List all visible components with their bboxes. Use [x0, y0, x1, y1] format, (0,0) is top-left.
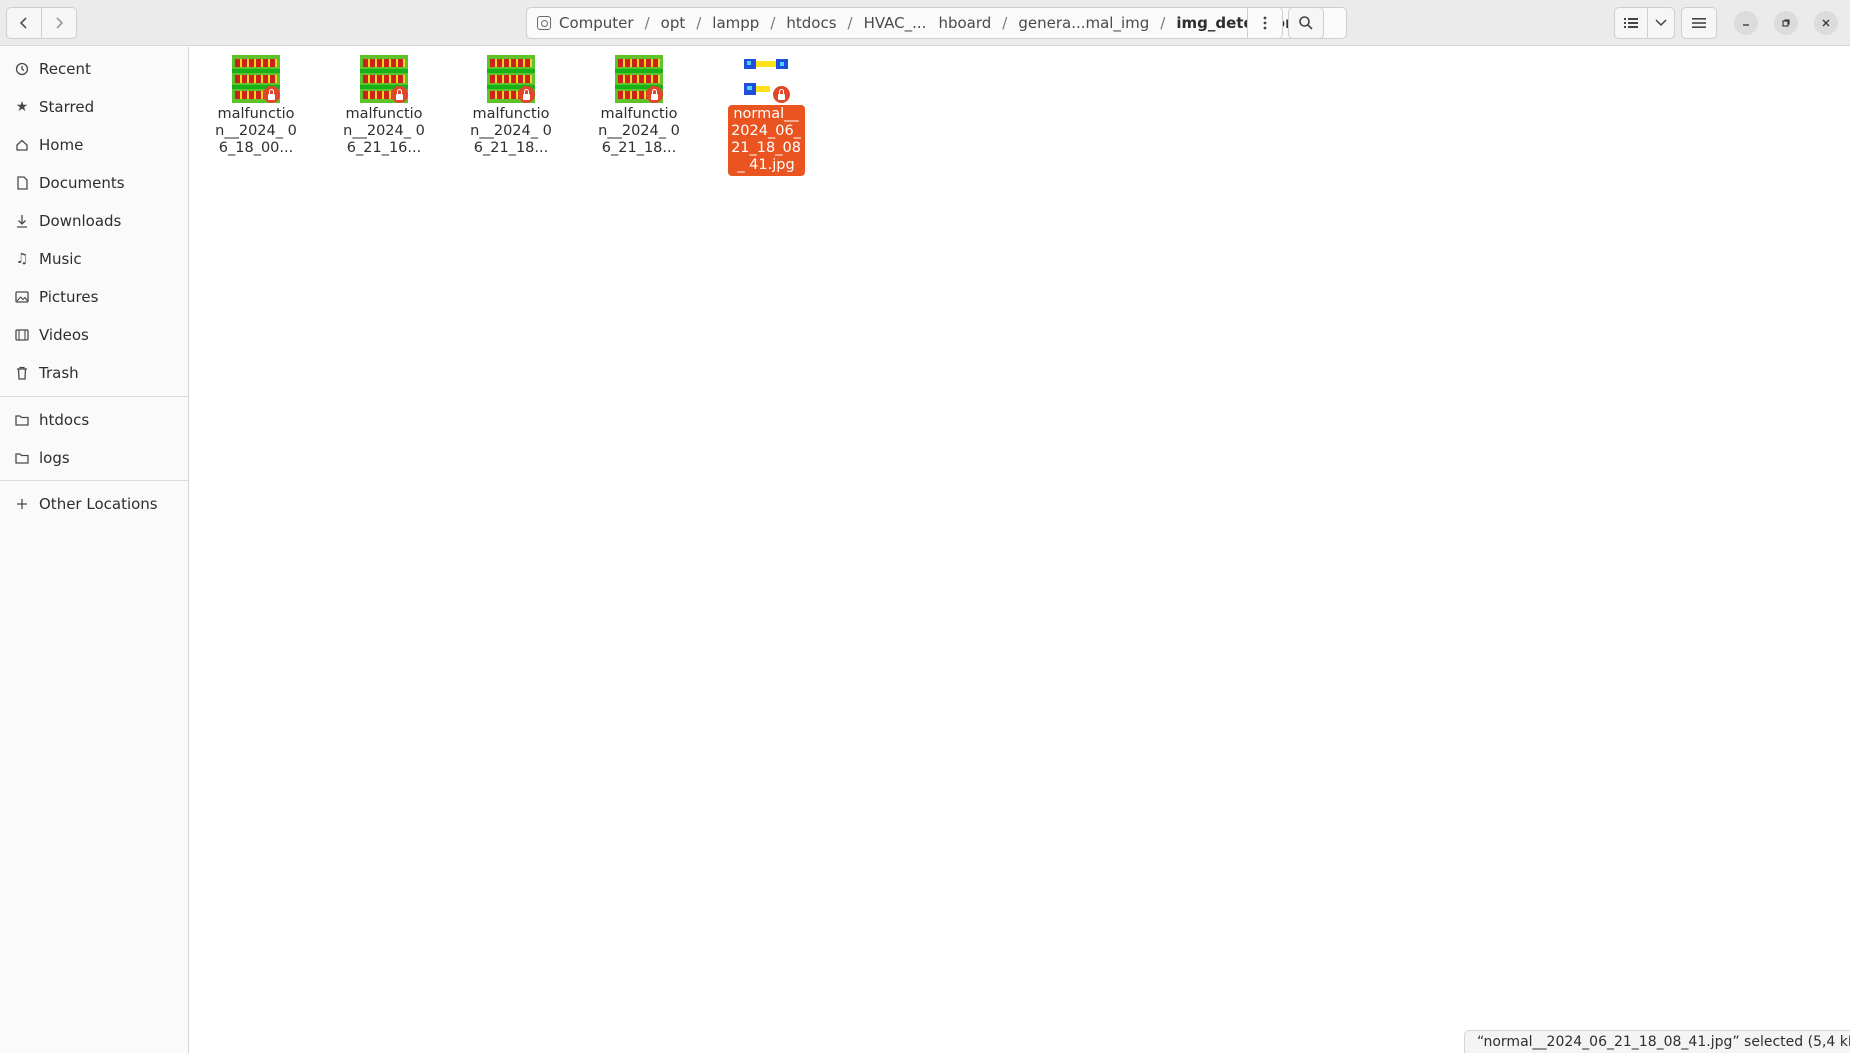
sidebar-item-videos[interactable]: Videos — [0, 317, 188, 353]
star-icon: ★ — [15, 99, 29, 115]
drive-icon — [537, 16, 551, 30]
sidebar-item-other-locations[interactable]: Other Locations — [0, 486, 188, 522]
list-view-icon — [1624, 18, 1638, 28]
minimize-button[interactable] — [1734, 11, 1758, 35]
clock-icon — [14, 61, 30, 77]
image-thumbnail — [615, 55, 663, 103]
sidebar-item-music[interactable]: ♫ Music — [0, 241, 188, 277]
sidebar-item-label: Recent — [39, 60, 91, 78]
selection-status: “normal__2024_06_21_18_08_41.jpg” select… — [1464, 1030, 1850, 1053]
breadcrumb-separator: / — [1160, 14, 1166, 32]
breadcrumb-separator: / — [644, 14, 650, 32]
document-icon — [14, 175, 30, 191]
sidebar-item-pictures[interactable]: Pictures — [0, 279, 188, 315]
breadcrumb-lampp[interactable]: lampp — [706, 14, 765, 32]
file-name: malfunctio n__2024_ 06_18_00... — [215, 106, 297, 156]
hamburger-menu-icon — [1692, 18, 1706, 28]
breadcrumb-hboard[interactable]: hboard — [932, 14, 997, 32]
sidebar-item-downloads[interactable]: Downloads — [0, 203, 188, 239]
sidebar-item-htdocs[interactable]: htdocs — [0, 402, 188, 438]
sidebar-divider — [0, 396, 188, 397]
sidebar-item-label: Other Locations — [39, 495, 158, 513]
file-item[interactable]: malfunctio n__2024_ 06_21_18... — [461, 53, 561, 158]
sidebar-item-label: Music — [39, 250, 82, 268]
lock-icon — [391, 86, 408, 103]
video-icon — [14, 327, 30, 343]
sidebar-item-label: Home — [39, 136, 84, 154]
view-options-dropdown[interactable] — [1647, 7, 1675, 39]
breadcrumb-separator: / — [696, 14, 702, 32]
file-item[interactable]: malfunctio n__2024_ 06_21_18... — [589, 53, 689, 158]
sidebar-item-logs[interactable]: logs — [0, 440, 188, 476]
sidebar-item-label: Downloads — [39, 212, 122, 230]
music-icon: ♫ — [15, 251, 29, 267]
breadcrumb-separator: / — [847, 14, 853, 32]
sidebar: Recent ★ Starred Home Documents Download… — [0, 47, 189, 1053]
image-thumbnail — [232, 55, 280, 103]
sidebar-item-trash[interactable]: Trash — [0, 355, 188, 391]
minimize-icon — [1743, 24, 1749, 26]
file-item[interactable]: malfunctio n__2024_ 06_18_00... — [206, 53, 306, 158]
folder-icon — [14, 412, 30, 428]
breadcrumb-separator: / — [1002, 14, 1008, 32]
file-name: malfunctio n__2024_ 06_21_18... — [598, 106, 680, 156]
image-thumbnail — [360, 55, 408, 103]
lock-icon — [518, 86, 535, 103]
breadcrumb-hvac[interactable]: HVAC_... — [858, 14, 933, 32]
forward-button[interactable] — [41, 7, 77, 39]
header-bar: Computer / opt / lampp / htdocs / HVAC_.… — [0, 0, 1850, 46]
sidebar-item-label: logs — [39, 449, 70, 467]
maximize-icon — [1782, 19, 1790, 27]
lock-icon — [773, 86, 790, 103]
chevron-right-icon — [56, 17, 64, 29]
sidebar-item-recent[interactable]: Recent — [0, 51, 188, 87]
image-thumbnail — [742, 55, 790, 103]
search-icon — [1299, 16, 1313, 30]
sidebar-item-label: Starred — [39, 98, 95, 116]
maximize-button[interactable] — [1774, 11, 1798, 35]
view-toggle-button[interactable] — [1614, 7, 1648, 39]
breadcrumb-computer[interactable]: Computer — [553, 14, 640, 32]
breadcrumb-separator: / — [770, 14, 776, 32]
file-item-selected[interactable]: normal__ 2024_06_ 21_18_08_ 41.jpg — [716, 53, 816, 176]
path-bar: Computer / opt / lampp / htdocs / HVAC_.… — [526, 7, 1347, 39]
home-icon — [14, 137, 30, 153]
path-menu-button[interactable] — [1247, 7, 1283, 39]
chevron-down-icon — [1655, 19, 1667, 27]
breadcrumb-opt[interactable]: opt — [655, 14, 692, 32]
sidebar-item-starred[interactable]: ★ Starred — [0, 89, 188, 125]
file-grid: malfunctio n__2024_ 06_18_00... malfunct… — [190, 47, 1850, 1053]
file-name: malfunctio n__2024_ 06_21_16... — [343, 106, 425, 156]
sidebar-item-label: Videos — [39, 326, 89, 344]
download-icon — [14, 213, 30, 229]
trash-icon — [14, 365, 30, 381]
breadcrumb-htdocs[interactable]: htdocs — [780, 14, 842, 32]
search-button[interactable] — [1288, 7, 1324, 39]
chevron-left-icon — [19, 17, 27, 29]
plus-icon — [14, 496, 30, 512]
sidebar-item-label: htdocs — [39, 411, 90, 429]
folder-icon — [14, 450, 30, 466]
image-thumbnail — [487, 55, 535, 103]
file-name: malfunctio n__2024_ 06_21_18... — [470, 106, 552, 156]
sidebar-item-documents[interactable]: Documents — [0, 165, 188, 201]
lock-icon — [646, 86, 663, 103]
sidebar-item-label: Trash — [39, 364, 79, 382]
breadcrumb-genera-mal-img[interactable]: genera...mal_img — [1012, 14, 1155, 32]
close-button[interactable] — [1814, 11, 1838, 35]
close-icon — [1822, 19, 1830, 27]
file-name: normal__ 2024_06_ 21_18_08_ 41.jpg — [727, 105, 805, 176]
picture-icon — [14, 289, 30, 305]
sidebar-divider — [0, 480, 188, 481]
sidebar-item-label: Documents — [39, 174, 125, 192]
lock-icon — [263, 86, 280, 103]
vertical-dots-icon — [1263, 16, 1267, 30]
main-menu-button[interactable] — [1681, 7, 1717, 39]
back-button[interactable] — [6, 7, 42, 39]
file-item[interactable]: malfunctio n__2024_ 06_21_16... — [334, 53, 434, 158]
sidebar-item-home[interactable]: Home — [0, 127, 188, 163]
sidebar-item-label: Pictures — [39, 288, 99, 306]
